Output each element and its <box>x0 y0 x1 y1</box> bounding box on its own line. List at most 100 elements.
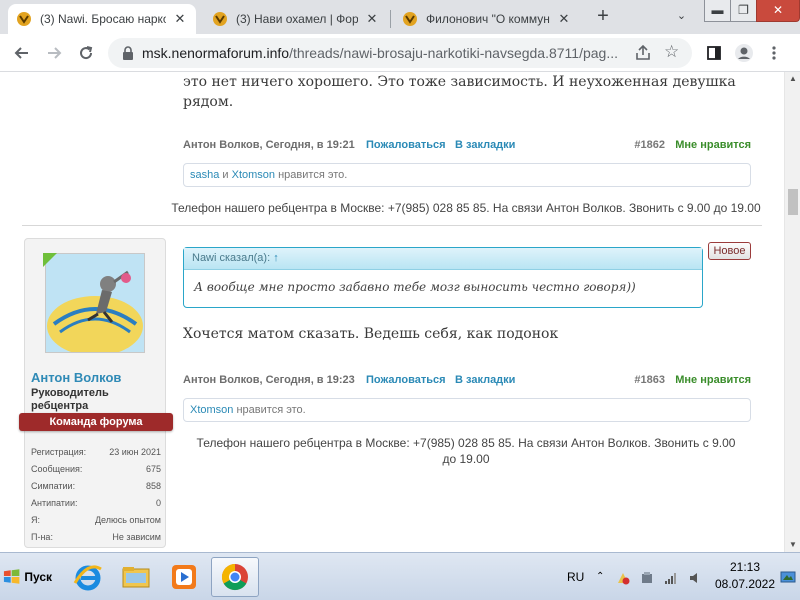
post-number-link[interactable]: #1863 <box>634 374 665 386</box>
reload-button[interactable] <box>74 41 98 65</box>
show-desktop-icon[interactable] <box>780 571 796 585</box>
volume-icon[interactable] <box>688 571 702 585</box>
report-link[interactable]: Пожаловаться <box>366 374 446 386</box>
stat-row: Я: Делюсь опытом <box>31 513 161 530</box>
url-text[interactable]: msk.nenormaforum.info/threads/nawi-brosa… <box>142 45 620 61</box>
post-number-link[interactable]: #1862 <box>634 139 665 151</box>
tab-title: (3) Нави охамел | Форум <box>236 12 358 26</box>
side-panel-icon <box>707 46 721 60</box>
new-badge[interactable]: Новое <box>708 242 751 260</box>
reload-icon <box>80 46 93 60</box>
forum-favicon-icon <box>17 12 31 26</box>
quote-text: А вообще мне просто забавно тебе мозг вы… <box>194 280 636 294</box>
stat-value[interactable]: 675 <box>146 464 161 474</box>
stat-label: Симпатии: <box>31 481 76 491</box>
window-close-button[interactable]: ✕ <box>756 0 800 22</box>
side-panel-button[interactable] <box>702 41 726 65</box>
media-player-icon <box>172 565 196 589</box>
scroll-down-icon[interactable]: ▼ <box>789 540 797 549</box>
arrow-left-icon <box>14 47 28 59</box>
liker-link[interactable]: Xtomson <box>232 169 275 181</box>
tab-filonovich[interactable]: Филонович "О коммунист ✕ <box>394 4 580 34</box>
bookmark-star-icon[interactable]: ☆ <box>664 42 679 62</box>
quote-block: Nawi сказал(а): ↑ А вообще мне просто за… <box>183 247 703 308</box>
tab-navi-forum[interactable]: (3) Нави охамел | Форум ✕ <box>204 4 388 34</box>
like-link[interactable]: Мне нравится <box>675 139 751 151</box>
liker-link[interactable]: Xtomson <box>190 404 233 416</box>
stat-label: Я: <box>31 515 40 525</box>
page-scrollbar[interactable]: ▲ ▼ <box>784 72 800 552</box>
language-indicator[interactable]: RU <box>567 570 584 584</box>
bookmark-link[interactable]: В закладки <box>455 374 515 386</box>
share-icon[interactable] <box>634 44 652 62</box>
stat-row: Симпатии: 858 <box>31 479 161 496</box>
menu-button[interactable] <box>762 41 786 65</box>
tab-title: Филонович "О коммунист <box>426 12 550 26</box>
new-tab-button[interactable]: + <box>592 6 614 28</box>
stat-row: Сообщения: 675 <box>31 462 161 479</box>
likes-text: нравится это. <box>233 404 306 416</box>
forum-favicon-icon <box>403 12 417 26</box>
stat-row: Регистрация: 23 июн 2021 <box>31 445 161 462</box>
taskbar-explorer[interactable] <box>112 557 160 597</box>
clock-time: 21:13 <box>729 560 761 574</box>
windows-logo-icon <box>3 569 20 584</box>
close-icon[interactable]: ✕ <box>556 11 572 27</box>
likes-summary: Xtomson нравится это. <box>183 398 751 422</box>
post-meta: Антон Волков, Сегодня, в 19:21 Пожаловат… <box>183 139 751 153</box>
user-title: Руководитель ребцентра <box>31 387 109 412</box>
restore-button[interactable]: ❐ <box>730 0 757 22</box>
stat-row: Антипатии: 0 <box>31 496 161 513</box>
post-author-date[interactable]: Антон Волков, Сегодня, в 19:21 <box>183 139 355 151</box>
system-clock[interactable]: 21:13 08.07.2022 <box>712 559 778 593</box>
bookmark-link[interactable]: В закладки <box>455 139 515 151</box>
post-author-date[interactable]: Антон Волков, Сегодня, в 19:23 <box>183 374 355 386</box>
taskbar-chrome[interactable] <box>211 557 259 597</box>
start-button[interactable]: Пуск <box>2 561 52 593</box>
user-card: Антон Волков Руководитель ребцентра Кома… <box>19 238 173 548</box>
stat-row: П-на: Не зависим <box>31 530 161 547</box>
back-button[interactable] <box>10 41 34 65</box>
signature-line: Телефон нашего ребцентра в Москве: +7(98… <box>196 436 736 450</box>
start-label: Пуск <box>24 570 52 584</box>
likes-text: нравится это. <box>275 169 348 181</box>
stat-value: Не зависим <box>112 532 161 542</box>
taskbar-media-player[interactable] <box>160 557 208 597</box>
profile-button[interactable] <box>732 41 756 65</box>
address-bar[interactable]: msk.nenormaforum.info/threads/nawi-brosa… <box>108 38 692 68</box>
taskbar-ie[interactable] <box>64 557 112 597</box>
post-text: Хочется матом сказать. Ведешь себя, как … <box>183 326 559 342</box>
lock-icon[interactable] <box>120 45 136 61</box>
stat-value: 23 июн 2021 <box>109 447 161 457</box>
scrollbar-thumb[interactable] <box>788 189 798 215</box>
close-icon[interactable]: ✕ <box>172 11 188 27</box>
tab-nawi-thread[interactable]: (3) Nawi. Бросаю наркоти ✕ <box>8 4 196 34</box>
likes-text: и <box>219 169 232 181</box>
url-path: /threads/nawi-brosaju-narkotiki-navsegda… <box>289 45 618 61</box>
network-signal-icon[interactable] <box>664 571 678 585</box>
profile-avatar-icon <box>735 44 753 62</box>
post-text-line: это нет ничего хорошего. Это тоже зависи… <box>183 74 736 90</box>
username-link[interactable]: Антон Волков <box>31 370 121 385</box>
minimize-button[interactable]: ▬ <box>704 0 731 22</box>
report-link[interactable]: Пожаловаться <box>366 139 446 151</box>
user-stats: Регистрация: 23 июн 2021 Сообщения: 675 Си… <box>31 445 161 547</box>
device-icon[interactable] <box>640 571 654 585</box>
tab-search-button[interactable]: ⌄ <box>668 6 695 26</box>
action-center-icon[interactable] <box>616 571 630 585</box>
browser-toolbar: msk.nenormaforum.info/threads/nawi-brosa… <box>0 34 800 72</box>
likes-summary: sasha и Xtomson нравится это. <box>183 163 751 187</box>
show-hidden-icons-icon[interactable]: ⌃ <box>596 571 610 585</box>
like-link[interactable]: Мне нравится <box>675 374 751 386</box>
forum-favicon-icon <box>213 12 227 26</box>
scroll-up-icon[interactable]: ▲ <box>789 74 797 83</box>
liker-link[interactable]: sasha <box>190 169 219 181</box>
go-to-quote-link[interactable]: ↑ <box>273 252 279 264</box>
stat-value: Делюсь опытом <box>94 515 161 525</box>
avatar[interactable] <box>45 253 145 356</box>
close-icon[interactable]: ✕ <box>364 11 380 27</box>
os-taskbar: Пуск RU ⌃ 21:13 08.07.2022 <box>0 552 800 600</box>
forward-button[interactable] <box>42 41 66 65</box>
online-indicator <box>43 253 57 267</box>
url-host: msk.nenormaforum.info <box>142 45 290 61</box>
